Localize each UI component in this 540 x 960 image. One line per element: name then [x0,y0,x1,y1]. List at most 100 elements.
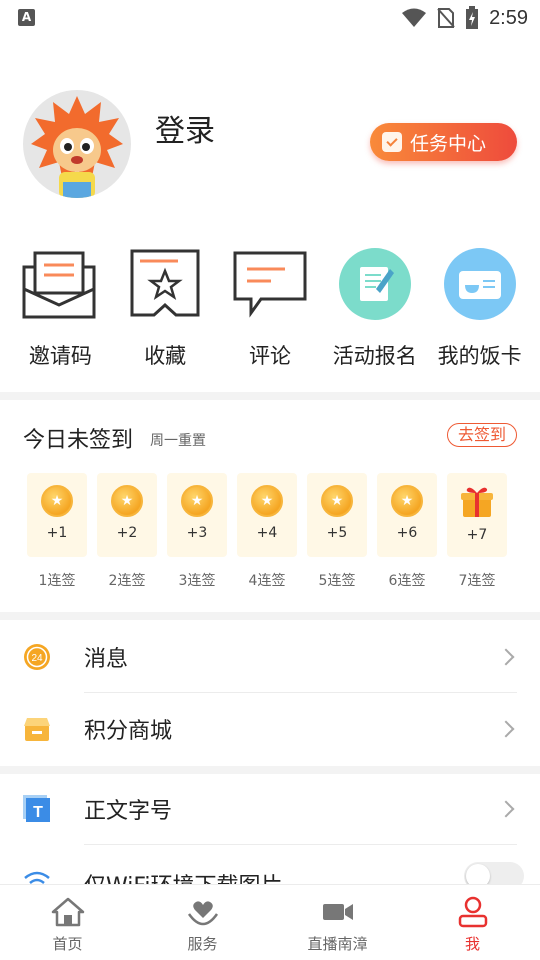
quick-action-invite-code[interactable]: 邀请码 [8,244,113,374]
section-divider [0,392,540,400]
day-card: +7 [447,473,507,557]
signin-days: ★ +1 1连签 ★ +2 2连签 ★ +3 3连签 ★ +4 4连签 ★ +5… [27,473,507,590]
section-divider [0,612,540,620]
task-center-button[interactable]: 任务中心 [370,123,517,161]
coin-star-icon: ★ [321,485,353,517]
chevron-right-icon [497,648,515,666]
wifi-only-toggle[interactable] [464,862,524,884]
status-time: 2:59 [489,6,528,29]
menu-item-wifi-images[interactable]: 仅WiFi环境下载图片 [0,846,540,884]
day-label: 4连签 [248,573,286,589]
login-link[interactable]: 登录 [155,106,215,150]
day-label: 2连签 [108,573,146,589]
signin-day[interactable]: ★ +4 4连签 [237,473,297,590]
chevron-right-icon [497,720,515,738]
meal-card-icon [440,244,520,324]
day-label: 5连签 [318,573,356,589]
heart-hands-icon [186,895,220,929]
quick-action-label: 活动报名 [332,344,417,368]
tab-home[interactable]: 首页 [0,885,135,960]
avatar[interactable] [23,90,131,198]
day-card: ★ +2 [97,473,157,557]
message-badge-icon: 24 [24,644,50,670]
signin-day[interactable]: ★ +2 2连签 [97,473,157,590]
notification-a-icon: A [18,9,35,26]
message-badge-count: 24 [31,653,43,664]
user-icon [456,895,490,929]
day-points: +2 [116,525,138,541]
signin-day[interactable]: ★ +1 1连签 [27,473,87,590]
quick-action-label: 我的饭卡 [437,344,522,368]
coin-star-icon: ★ [251,485,283,517]
signin-subtitle: 周一重置 [150,433,206,449]
quick-action-meal-card[interactable]: 我的饭卡 [427,244,532,374]
list-divider [84,844,517,845]
font-size-icon-letter: T [33,804,43,821]
day-label: 1连签 [38,573,76,589]
menu-item-font-size[interactable]: T 正文字号 [0,774,540,844]
menu-item-label: 积分商城 [84,719,173,744]
status-right-group: 2:59 [401,5,528,31]
coin-star-icon: ★ [391,485,423,517]
day-points: +4 [256,525,278,541]
quick-actions: 邀请码 收藏 评论 活动报名 我的饭卡 [0,244,540,374]
menu-item-label: 正文字号 [84,799,173,824]
tab-services[interactable]: 服务 [135,885,270,960]
quick-action-label: 邀请码 [28,344,92,368]
gift-box-icon [461,487,493,517]
menu-item-messages[interactable]: 24 消息 [0,622,540,692]
font-size-icon: T [23,795,50,822]
day-points: +3 [186,525,208,541]
day-points: +6 [396,525,418,541]
day-card: ★ +1 [27,473,87,557]
signin-day[interactable]: ★ +5 5连签 [307,473,367,590]
day-card: ★ +4 [237,473,297,557]
signin-button[interactable]: 去签到 [446,423,517,447]
day-card: ★ +6 [377,473,437,557]
star-bookmark-icon [125,244,205,324]
tab-label: 直播南漳 [307,935,368,953]
signin-day[interactable]: ★ +6 6连签 [377,473,437,590]
coin-star-icon: ★ [41,485,73,517]
day-label: 3连签 [178,573,216,589]
coin-star-icon: ★ [181,485,213,517]
section-divider [0,766,540,774]
quick-action-event-signup[interactable]: 活动报名 [322,244,427,374]
task-check-icon [382,132,402,152]
chevron-right-icon [497,800,515,818]
tab-me[interactable]: 我 [405,885,540,960]
signin-day[interactable]: ★ +3 3连签 [167,473,227,590]
signup-form-icon [335,244,415,324]
signin-day[interactable]: +7 7连签 [447,473,507,590]
quick-action-favorites[interactable]: 收藏 [113,244,218,374]
menu-item-points-mall[interactable]: 积分商城 [0,694,540,764]
quick-action-comments[interactable]: 评论 [218,244,323,374]
day-label: 7连签 [458,573,496,589]
tab-label: 首页 [52,935,83,953]
task-center-label: 任务中心 [410,132,487,155]
home-icon [51,895,85,929]
quick-action-label: 评论 [248,344,291,368]
list-divider [84,692,517,693]
comment-icon [230,244,310,324]
profile-header: 登录 任务中心 [0,88,540,198]
signin-title: 今日未签到 [23,428,134,453]
day-points: +1 [46,525,68,541]
tab-label: 我 [464,935,480,953]
status-bar: A 2:59 [0,0,540,36]
day-label: 6连签 [388,573,426,589]
day-card: ★ +3 [167,473,227,557]
tab-live[interactable]: 直播南漳 [270,885,405,960]
battery-charging-icon [466,6,479,29]
menu-item-label: 消息 [84,647,129,672]
menu-item-label: 仅WiFi环境下载图片 [84,868,283,884]
day-card: ★ +5 [307,473,367,557]
envelope-icon [20,244,100,324]
shop-icon [24,718,50,741]
signin-section: 今日未签到 周一重置 去签到 ★ +1 1连签 ★ +2 2连签 ★ +3 3连… [0,400,540,612]
coin-star-icon: ★ [111,485,143,517]
wifi-icon [24,871,50,884]
quick-action-label: 收藏 [144,344,187,368]
tab-label: 服务 [187,935,218,953]
no-sim-icon [437,8,455,28]
